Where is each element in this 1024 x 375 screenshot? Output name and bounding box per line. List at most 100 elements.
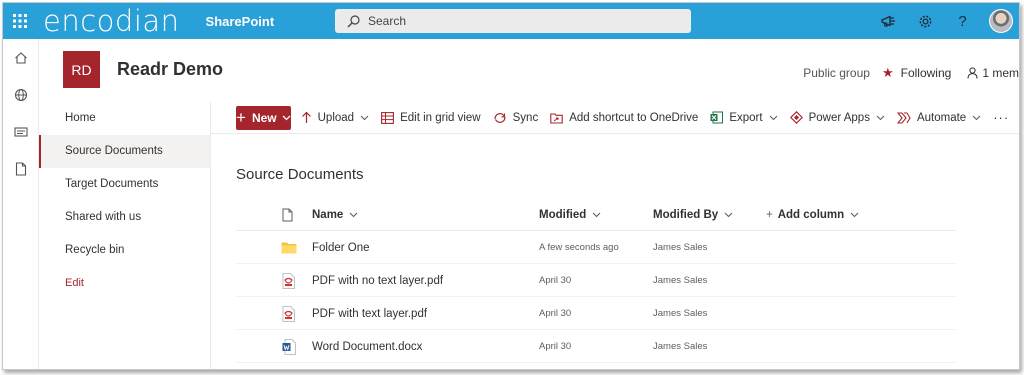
column-header-name-label: Name [312,209,344,221]
chevron-down-icon [592,212,601,218]
document-icon[interactable] [3,150,39,187]
nav-edit-link[interactable]: Edit [39,267,210,300]
app-name[interactable]: SharePoint [206,14,275,29]
upload-icon [301,111,312,124]
automate-button[interactable]: Automate [896,102,981,134]
edit-grid-button[interactable]: Edit in grid view [381,102,481,134]
new-label: New [251,110,277,125]
brand-logo[interactable]: encodian [43,3,180,39]
new-button[interactable]: + New [236,105,291,130]
add-column-label: Add column [777,209,845,221]
pdf-icon [282,297,295,330]
nav-item-source-documents[interactable]: Source Documents [39,135,210,168]
row-modified-by[interactable]: James Sales [653,264,707,297]
gear-icon[interactable] [907,3,944,39]
upload-button[interactable]: Upload [301,102,369,134]
export-label: Export [729,111,763,124]
privacy-label: Public group [803,66,870,80]
list-header: Name Modified Modified By + Add column [236,199,956,231]
row-name[interactable]: PDF with text layer.pdf [312,297,427,330]
row-modified: April 30 [539,341,572,352]
app-launcher-icon[interactable] [3,3,37,39]
row-name[interactable]: Word Document.docx [312,330,422,363]
site-logo[interactable]: RD [63,51,100,88]
site-title[interactable]: Readr Demo [117,59,223,80]
column-header-modified-by-label: Modified By [653,209,719,221]
library-title: Source Documents [236,166,364,183]
power-apps-button[interactable]: Power Apps [789,102,885,134]
chevron-down-icon [972,112,981,124]
grid-icon [381,111,395,124]
left-navigation: Home Source Documents Target Documents S… [39,102,211,369]
chevron-down-icon [282,115,291,120]
row-modified: A few seconds ago [539,242,619,253]
excel-icon [710,111,724,124]
power-apps-icon [789,111,803,124]
list-row[interactable]: PDF with no text layer.pdf April 30 Jame… [236,264,956,297]
chevron-down-icon [850,212,859,218]
row-modified-by[interactable]: James Sales [653,231,707,264]
export-button[interactable]: Export [710,102,777,134]
nav-item-home[interactable]: Home [39,102,210,135]
row-name[interactable]: PDF with no text layer.pdf [312,264,443,297]
plus-icon: + [766,209,773,221]
pdf-icon [282,264,295,297]
site-meta: Public group ★ Following 1 mem [803,65,1019,81]
chevron-down-icon [724,212,733,218]
power-apps-label: Power Apps [808,111,870,124]
column-header-modified-label: Modified [539,209,587,221]
follow-label: Following [900,66,952,80]
folder-icon [281,231,297,264]
chevron-down-icon [876,112,885,124]
chevron-down-icon [349,212,358,218]
nav-item-recycle-bin[interactable]: Recycle bin [39,234,210,267]
more-options-button[interactable]: ··· [993,102,1009,134]
shortcut-icon [550,112,563,124]
suite-actions: ? [870,3,1019,39]
edit-grid-label: Edit in grid view [400,111,481,124]
members-label: 1 mem [982,66,1019,80]
suite-bar: encodian SharePoint Search ? [3,3,1019,39]
flow-icon [896,111,911,124]
plus-icon: + [236,108,246,127]
person-icon [967,67,978,79]
row-name[interactable]: Folder One [312,231,370,264]
column-header-modified-by[interactable]: Modified By [653,199,733,231]
follow-button[interactable]: ★ Following [882,65,951,81]
star-icon: ★ [881,65,894,80]
sync-button[interactable]: Sync [493,102,539,134]
home-icon[interactable] [3,39,39,76]
add-shortcut-button[interactable]: Add shortcut to OneDrive [550,102,698,134]
chevron-down-icon [769,112,778,124]
globe-icon[interactable] [3,76,39,113]
add-column-button[interactable]: + Add column [766,199,859,231]
row-modified-by[interactable]: James Sales [653,297,707,330]
file-type-column-header[interactable] [282,199,293,231]
megaphone-icon[interactable] [870,3,907,39]
browser-frame: encodian SharePoint Search ? RD Readr De… [2,2,1020,370]
word-icon [282,330,296,363]
row-modified: April 30 [539,275,572,286]
help-icon[interactable]: ? [944,3,981,39]
sync-label: Sync [512,111,539,124]
nav-item-target-documents[interactable]: Target Documents [39,168,210,201]
user-avatar-button[interactable] [981,3,1019,39]
row-modified-by[interactable]: James Sales [653,330,707,363]
list-row[interactable]: Word Document.docx April 30 James Sales [236,330,956,363]
add-shortcut-label: Add shortcut to OneDrive [569,111,699,124]
list-row[interactable]: PDF with text layer.pdf April 30 James S… [236,297,956,330]
nav-item-shared-with-us[interactable]: Shared with us [39,201,210,234]
upload-label: Upload [317,111,355,124]
chevron-down-icon [360,112,369,124]
column-header-modified[interactable]: Modified [539,199,601,231]
list-row[interactable]: Folder One A few seconds ago James Sales [236,231,956,264]
search-box[interactable]: Search [335,9,691,33]
column-header-name[interactable]: Name [312,199,358,231]
news-icon[interactable] [3,113,39,150]
members-button[interactable]: 1 mem [967,66,1019,80]
sync-icon [493,112,507,124]
search-icon [347,14,360,27]
app-rail [3,39,39,369]
automate-label: Automate [916,111,967,124]
avatar [989,9,1013,33]
